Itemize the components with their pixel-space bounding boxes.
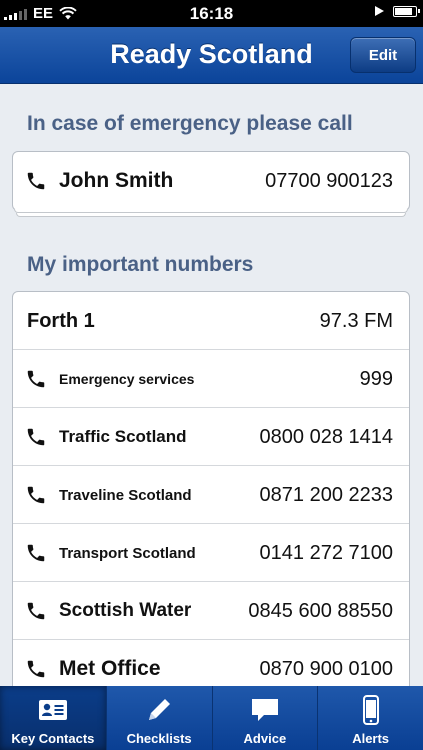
phone-icon — [27, 602, 45, 619]
phone-icon — [27, 428, 45, 445]
list-item[interactable]: Forth 1 97.3 FM — [13, 292, 409, 350]
status-time: 16:18 — [189, 4, 234, 23]
edit-button[interactable]: Edit — [350, 37, 416, 73]
play-icon — [375, 6, 384, 16]
navigation-bar: Ready Scotland Edit — [0, 27, 423, 84]
contact-number: 999 — [359, 367, 393, 390]
emergency-contact-card: John Smith 07700 900123 — [12, 151, 410, 211]
phone-icon — [27, 370, 45, 387]
list-item[interactable]: Traveline Scotland 0871 200 2233 — [13, 466, 409, 524]
important-numbers-heading: My important numbers — [27, 253, 254, 276]
contact-name: Traffic Scotland — [59, 427, 187, 446]
contact-number: 0141 272 7100 — [259, 541, 393, 564]
tab-label: Checklists — [126, 731, 192, 746]
contact-name: Scottish Water — [59, 600, 192, 621]
contact-number: 0871 200 2233 — [259, 483, 393, 506]
contact-number: 97.3 FM — [319, 309, 393, 332]
tab-alerts[interactable]: Alerts — [317, 686, 423, 750]
list-item[interactable]: Scottish Water 0845 600 88550 — [13, 582, 409, 640]
tab-label: Key Contacts — [11, 731, 95, 746]
list-item[interactable]: Emergency services 999 — [13, 350, 409, 408]
phone-icon — [27, 544, 45, 561]
emergency-heading: In case of emergency please call — [27, 112, 353, 135]
emergency-contact-name: John Smith — [59, 169, 174, 192]
contact-card-icon — [38, 700, 67, 720]
tab-label: Advice — [243, 731, 287, 746]
tab-bar: Key Contacts Checklists Advice Alerts — [0, 686, 423, 750]
pencil-icon — [149, 699, 171, 720]
battery-icon — [393, 5, 420, 17]
speech-bubble-icon — [251, 699, 278, 721]
contact-number: 0845 600 88550 — [248, 599, 393, 622]
contact-name: Forth 1 — [27, 309, 95, 332]
emergency-contact-row[interactable]: John Smith 07700 900123 — [13, 152, 409, 210]
phone-icon — [27, 172, 45, 190]
tab-advice[interactable]: Advice — [211, 686, 318, 750]
important-numbers-list: Forth 1 97.3 FM Emergency services 999 T… — [12, 291, 410, 711]
list-item[interactable]: Traffic Scotland 0800 028 1414 — [13, 408, 409, 466]
phone-device-icon — [362, 695, 379, 725]
status-bar: EE 16:18 — [0, 0, 423, 27]
contact-name: Emergency services — [59, 371, 195, 387]
tab-key-contacts[interactable]: Key Contacts — [0, 686, 106, 750]
contact-number: 0800 028 1414 — [259, 425, 393, 448]
tab-label: Alerts — [352, 731, 390, 746]
emergency-contact-number: 07700 900123 — [265, 169, 393, 192]
contact-name: Traveline Scotland — [59, 486, 192, 504]
status-right — [374, 5, 420, 17]
contact-name: Transport Scotland — [59, 544, 196, 562]
tab-checklists[interactable]: Checklists — [105, 686, 212, 750]
phone-icon — [27, 486, 45, 503]
card-stack-edge — [16, 213, 406, 217]
list-item[interactable]: Transport Scotland 0141 272 7100 — [13, 524, 409, 582]
phone-icon — [27, 660, 45, 678]
